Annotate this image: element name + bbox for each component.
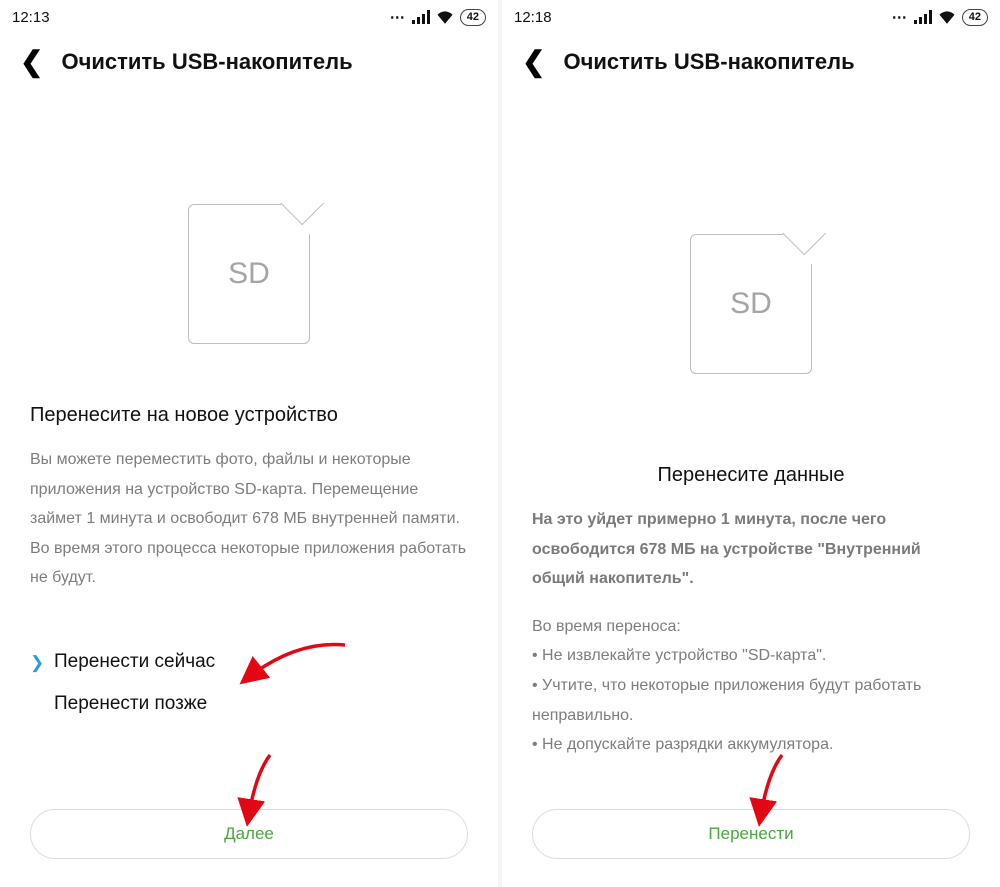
screen-right: 12:18 ⋯ 42 ❮ Очистить USB-накопитель SD … [502,0,1000,887]
status-time: 12:13 [12,9,50,26]
page-title: Очистить USB-накопитель [563,49,854,75]
signal-icon [412,10,430,24]
description-2-title: Во время переноса: [532,612,970,642]
bullet-3: • Не допускайте разрядки аккумулятора. [532,730,970,760]
back-button[interactable]: ❮ [522,48,545,76]
content: Перенесите на новое устройство Вы можете… [0,374,498,809]
option-label: Перенести сейчас [54,647,215,677]
back-button[interactable]: ❮ [20,48,43,76]
status-right: ⋯ 42 [892,8,988,26]
sd-illustration: SD [502,84,1000,404]
status-right: ⋯ 42 [390,8,486,26]
dots-icon: ⋯ [892,8,908,26]
button-label: Перенести [708,824,793,843]
header: ❮ Очистить USB-накопитель [0,34,498,84]
screen-left: 12:13 ⋯ 42 ❮ Очистить USB-накопитель SD … [0,0,498,887]
status-bar: 12:13 ⋯ 42 [0,0,498,34]
sd-label: SD [228,257,270,291]
battery-indicator: 42 [962,9,988,26]
description: Вы можете переместить фото, файлы и неко… [30,445,468,593]
sd-label: SD [730,287,772,321]
option-label: Перенести позже [54,689,207,719]
wifi-icon [436,10,454,24]
description-1: На это уйдет примерно 1 минута, после че… [532,505,970,594]
battery-indicator: 42 [460,9,486,26]
bullet-1: • Не извлекайте устройство "SD-карта". [532,641,970,671]
option-move-now[interactable]: ❯ Перенести сейчас [30,641,468,683]
option-list: ❯ Перенести сейчас ❯ Перенести позже [30,641,468,726]
subhead: Перенесите данные [532,464,970,487]
header: ❮ Очистить USB-накопитель [502,34,1000,84]
wifi-icon [938,10,956,24]
dots-icon: ⋯ [390,8,406,26]
sd-card-icon: SD [690,234,812,374]
option-move-later[interactable]: ❯ Перенести позже [30,683,468,725]
chevron-right-icon: ❯ [30,649,44,676]
button-label: Далее [224,824,274,843]
sd-card-icon: SD [188,204,310,344]
bullet-2: • Учтите, что некоторые приложения будут… [532,671,970,730]
content: Перенесите данные На это уйдет примерно … [502,404,1000,809]
next-button[interactable]: Далее [30,809,468,859]
sd-illustration: SD [0,84,498,374]
status-bar: 12:18 ⋯ 42 [502,0,1000,34]
page-title: Очистить USB-накопитель [61,49,352,75]
status-time: 12:18 [514,9,552,26]
transfer-button[interactable]: Перенести [532,809,970,859]
subhead: Перенесите на новое устройство [30,404,468,427]
signal-icon [914,10,932,24]
